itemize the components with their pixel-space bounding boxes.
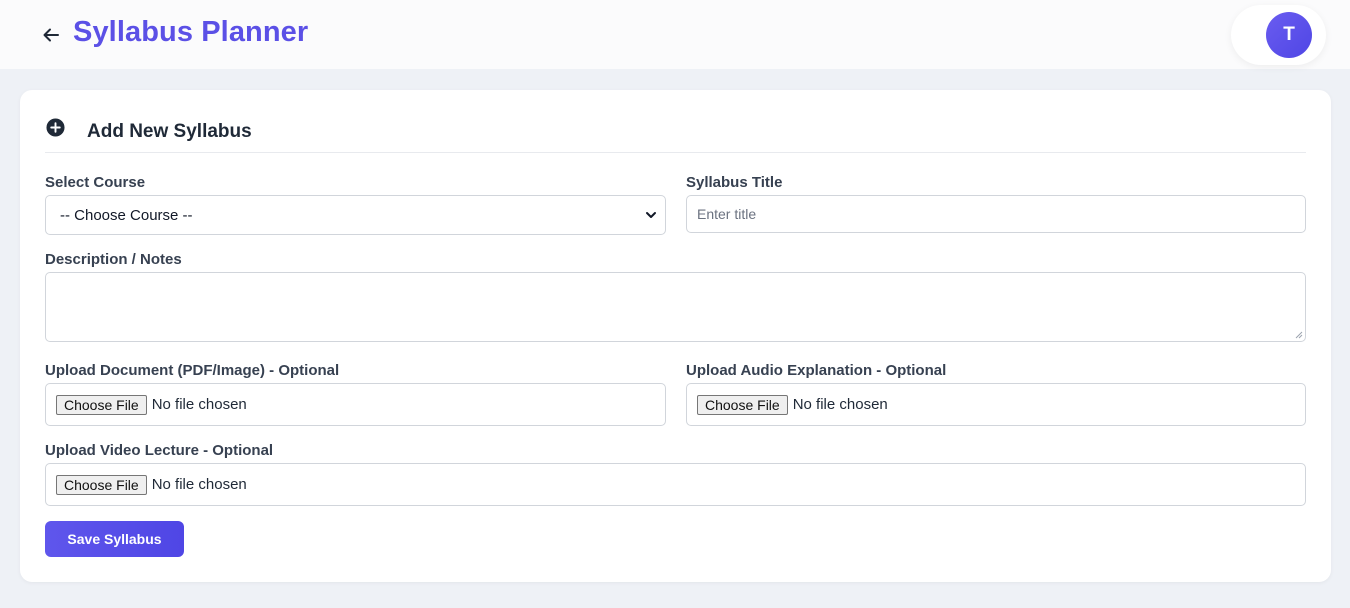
- upload-audio-button[interactable]: Choose File: [697, 394, 788, 415]
- upload-audio-status: No file chosen: [792, 396, 888, 413]
- page-title: Syllabus Planner: [73, 16, 309, 48]
- card-title: Add New Syllabus: [87, 121, 252, 142]
- app-header: Syllabus Planner T: [0, 0, 1350, 69]
- syllabus-title-input[interactable]: Enter title: [686, 195, 1306, 233]
- resize-grip-icon[interactable]: [1295, 331, 1303, 339]
- description-label: Description / Notes: [45, 251, 182, 268]
- add-syllabus-card: Add New Syllabus Select Course -- Choose…: [20, 90, 1331, 582]
- card-header: Add New Syllabus: [45, 116, 1306, 153]
- arrow-left-icon: [43, 28, 59, 42]
- avatar[interactable]: T: [1266, 12, 1312, 58]
- back-button[interactable]: [38, 22, 64, 48]
- syllabus-title-placeholder: Enter title: [697, 206, 757, 222]
- description-textarea[interactable]: [45, 272, 1306, 342]
- upload-document-status: No file chosen: [151, 396, 247, 413]
- course-label: Select Course: [45, 174, 146, 191]
- upload-audio-label: Upload Audio Explanation - Optional: [686, 362, 947, 379]
- save-syllabus-button[interactable]: Save Syllabus: [45, 521, 184, 557]
- upload-video-field: Choose File No file chosen: [45, 463, 1306, 506]
- upload-video-button[interactable]: Choose File: [56, 474, 147, 495]
- syllabus-title-label: Syllabus Title: [686, 174, 783, 191]
- upload-audio-field: Choose File No file chosen: [686, 383, 1306, 426]
- upload-video-status: No file chosen: [151, 476, 247, 493]
- course-select-value: -- Choose Course --: [60, 206, 193, 224]
- upload-video-label: Upload Video Lecture - Optional: [45, 442, 274, 459]
- plus-circle-icon: [46, 118, 65, 137]
- upload-document-label: Upload Document (PDF/Image) - Optional: [45, 362, 340, 379]
- upload-document-field: Choose File No file chosen: [45, 383, 666, 426]
- user-menu: T: [1231, 5, 1326, 65]
- course-select[interactable]: -- Choose Course --: [45, 195, 666, 235]
- upload-document-button[interactable]: Choose File: [56, 394, 147, 415]
- chevron-down-icon: [646, 212, 656, 218]
